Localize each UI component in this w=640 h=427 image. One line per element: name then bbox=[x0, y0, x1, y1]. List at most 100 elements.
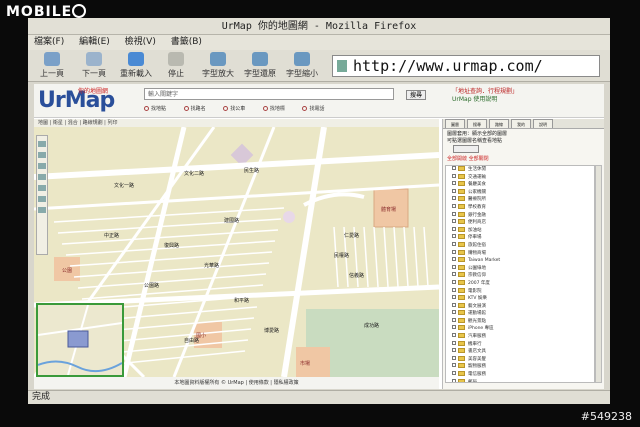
promo-banner[interactable]: 「地址查詢．行程規劃」 UrMap 使用說明 bbox=[452, 88, 572, 104]
layer-item[interactable]: 運動場館 bbox=[446, 310, 594, 318]
forward-button[interactable]: 下一頁 bbox=[74, 52, 114, 79]
layer-item[interactable]: 電信服務 bbox=[446, 371, 594, 379]
layer-list[interactable]: 生活休閒 交通運輸 餐廳美食 公家機關 醫療院所 學校教育 銀行金融 便利商店 加油站 停車場 旅館… bbox=[445, 165, 595, 383]
tab-layers[interactable]: 圖層 bbox=[445, 119, 465, 128]
zoom-in-icon bbox=[210, 52, 226, 66]
radio-road[interactable]: 找路名 bbox=[183, 106, 206, 112]
road-label: 民生路 bbox=[244, 167, 259, 174]
overview-minimap[interactable] bbox=[36, 303, 124, 377]
layer-item[interactable]: KTV 娛樂 bbox=[446, 295, 594, 303]
map-footer: 本地圖資料版權所有 © UrMap | 使用條款 | 隱私權政策 bbox=[34, 377, 439, 389]
zoom-slider[interactable] bbox=[36, 135, 48, 255]
tab-help[interactable]: 說明 bbox=[533, 119, 553, 128]
radio-place[interactable]: 找地點 bbox=[144, 106, 166, 112]
layer-item[interactable]: 宗教信仰 bbox=[446, 272, 594, 280]
road-label: 中正路 bbox=[104, 232, 119, 239]
layer-item[interactable]: 學校教育 bbox=[446, 203, 594, 212]
road-label: 文化一路 bbox=[114, 182, 134, 189]
layer-item[interactable]: 機車行 bbox=[446, 340, 594, 349]
layer-item[interactable]: 藝文展演 bbox=[446, 302, 594, 311]
page-icon bbox=[337, 60, 347, 72]
search-type-options: 找地點 找路名 找公車 找地標 找電話 bbox=[144, 105, 340, 112]
road-label: 和平路 bbox=[234, 297, 249, 304]
road-label: 文化二路 bbox=[184, 170, 204, 177]
photo-frame: MOBILE UrMap 你的地圖網 - Mozilla Firefox 檔案(… bbox=[0, 0, 640, 427]
radio-landmark[interactable]: 找地標 bbox=[262, 106, 285, 112]
logo-tagline: 你的地圖網 bbox=[78, 88, 109, 95]
web-page: UrMap 你的地圖網 輸入關鍵字 搜尋 找地點 找路名 找公車 找地標 找電話… bbox=[34, 84, 604, 389]
zoom-out-icon[interactable] bbox=[38, 207, 46, 213]
road-label: 成功路 bbox=[364, 322, 379, 329]
layer-item[interactable]: 公家機關 bbox=[446, 188, 594, 197]
panel-scrollbar[interactable] bbox=[595, 165, 602, 383]
search-input[interactable]: 輸入關鍵字 bbox=[144, 88, 394, 100]
font-smaller-button[interactable]: 字型縮小 bbox=[282, 52, 322, 79]
road-label: 公園路 bbox=[144, 282, 159, 289]
panel-tabs: 圖層 搜尋 路線 我的 說明 bbox=[443, 119, 604, 129]
zoom-out-icon bbox=[294, 52, 310, 66]
layer-item[interactable]: 2007 年度 bbox=[446, 279, 594, 288]
layer-item[interactable]: 旅館住宿 bbox=[446, 241, 594, 250]
window-title: UrMap 你的地圖網 - Mozilla Firefox bbox=[28, 18, 610, 35]
radio-bus[interactable]: 找公車 bbox=[223, 106, 245, 112]
back-arrow-icon bbox=[44, 52, 60, 66]
layer-item[interactable]: 銀行金融 bbox=[446, 211, 594, 220]
url-input[interactable]: http://www.urmap.com/ bbox=[332, 55, 600, 77]
tab-mine[interactable]: 我的 bbox=[511, 119, 531, 128]
layer-item[interactable]: 公園綠地 bbox=[446, 264, 594, 273]
layer-item[interactable]: 餐廳美食 bbox=[446, 181, 594, 189]
layer-item[interactable]: Taiwan Market bbox=[446, 257, 594, 265]
road-label: 仁愛路 bbox=[344, 232, 359, 239]
font-reset-button[interactable]: 字型還原 bbox=[240, 52, 280, 79]
place-label: 國小 bbox=[196, 332, 206, 339]
forward-arrow-icon bbox=[86, 52, 102, 66]
photo-id: #549238 bbox=[580, 410, 632, 423]
road-label: 信義路 bbox=[349, 272, 364, 279]
map-toolbar[interactable]: 地圖 | 衛星 | 混合 | 路線規劃 | 列印 bbox=[34, 119, 439, 127]
layer-item[interactable]: 醫療院所 bbox=[446, 196, 594, 204]
zoom-reset-icon bbox=[252, 52, 268, 66]
layer-item[interactable]: 便利商店 bbox=[446, 219, 594, 227]
map-canvas[interactable]: 文化一路文化二路民生路中正路復興路建國路光華路民權路仁愛路信義路和平路自由路中山… bbox=[34, 127, 439, 377]
reload-button[interactable]: 重新載入 bbox=[116, 52, 156, 79]
font-larger-button[interactable]: 字型放大 bbox=[198, 52, 238, 79]
watermark-badge bbox=[72, 4, 87, 18]
layer-item[interactable]: 購物商場 bbox=[446, 249, 594, 258]
back-button[interactable]: 上一頁 bbox=[32, 52, 72, 79]
layer-item[interactable]: 寵物服務 bbox=[446, 363, 594, 371]
search-button[interactable]: 搜尋 bbox=[406, 90, 426, 100]
layer-item[interactable]: 郵局 bbox=[446, 378, 594, 382]
road-label: 民權路 bbox=[334, 252, 349, 259]
layer-item[interactable]: 交通運輸 bbox=[446, 173, 594, 182]
reload-icon bbox=[128, 52, 144, 66]
layer-item[interactable]: 加油站 bbox=[446, 226, 594, 235]
menu-file[interactable]: 檔案(F) bbox=[34, 37, 64, 47]
panel-info: 圖層套用：顯示全部的圖層 可點選圖層名稱查看地點 全部開啟 全部關閉 bbox=[443, 129, 604, 165]
layer-item[interactable]: 生活休閒 bbox=[446, 166, 594, 174]
layer-item[interactable]: 電影院 bbox=[446, 287, 594, 296]
apply-button[interactable] bbox=[453, 145, 479, 153]
road-label: 復興路 bbox=[164, 242, 179, 249]
menu-view[interactable]: 檢視(V) bbox=[125, 37, 156, 47]
zoom-in-icon[interactable] bbox=[38, 141, 46, 147]
side-panel: 圖層 搜尋 路線 我的 說明 圖層套用：顯示全部的圖層 可點選圖層名稱查看地點 全部開啟… bbox=[442, 119, 604, 389]
layer-item[interactable]: 美容美髮 bbox=[446, 355, 594, 364]
stop-button[interactable]: 停止 bbox=[156, 52, 196, 79]
stop-icon bbox=[168, 52, 184, 66]
layer-item[interactable]: 書店文具 bbox=[446, 348, 594, 356]
layer-item[interactable]: 停車場 bbox=[446, 234, 594, 242]
layer-item[interactable]: 觀光景點 bbox=[446, 317, 594, 326]
place-label: 公園 bbox=[62, 268, 72, 274]
site-header: UrMap 你的地圖網 輸入關鍵字 搜尋 找地點 找路名 找公車 找地標 找電話… bbox=[34, 84, 604, 118]
radio-phone[interactable]: 找電話 bbox=[302, 106, 324, 112]
menu-bookmarks[interactable]: 書籤(B) bbox=[171, 37, 202, 47]
tab-route[interactable]: 路線 bbox=[489, 119, 509, 128]
nav-toolbar: 上一頁 下一頁 重新載入 停止 字型放大 字型還原 字型縮小 http://ww… bbox=[28, 50, 610, 82]
layer-item[interactable]: 汽車服務 bbox=[446, 333, 594, 341]
menu-edit[interactable]: 編輯(E) bbox=[79, 37, 110, 47]
toggle-all-links[interactable]: 全部開啟 全部關閉 bbox=[447, 156, 600, 163]
layer-item[interactable]: iPhone 專區 bbox=[446, 325, 594, 333]
status-bar: 完成 bbox=[28, 390, 610, 404]
place-label: 體育場 bbox=[381, 206, 396, 213]
tab-search[interactable]: 搜尋 bbox=[467, 119, 487, 128]
